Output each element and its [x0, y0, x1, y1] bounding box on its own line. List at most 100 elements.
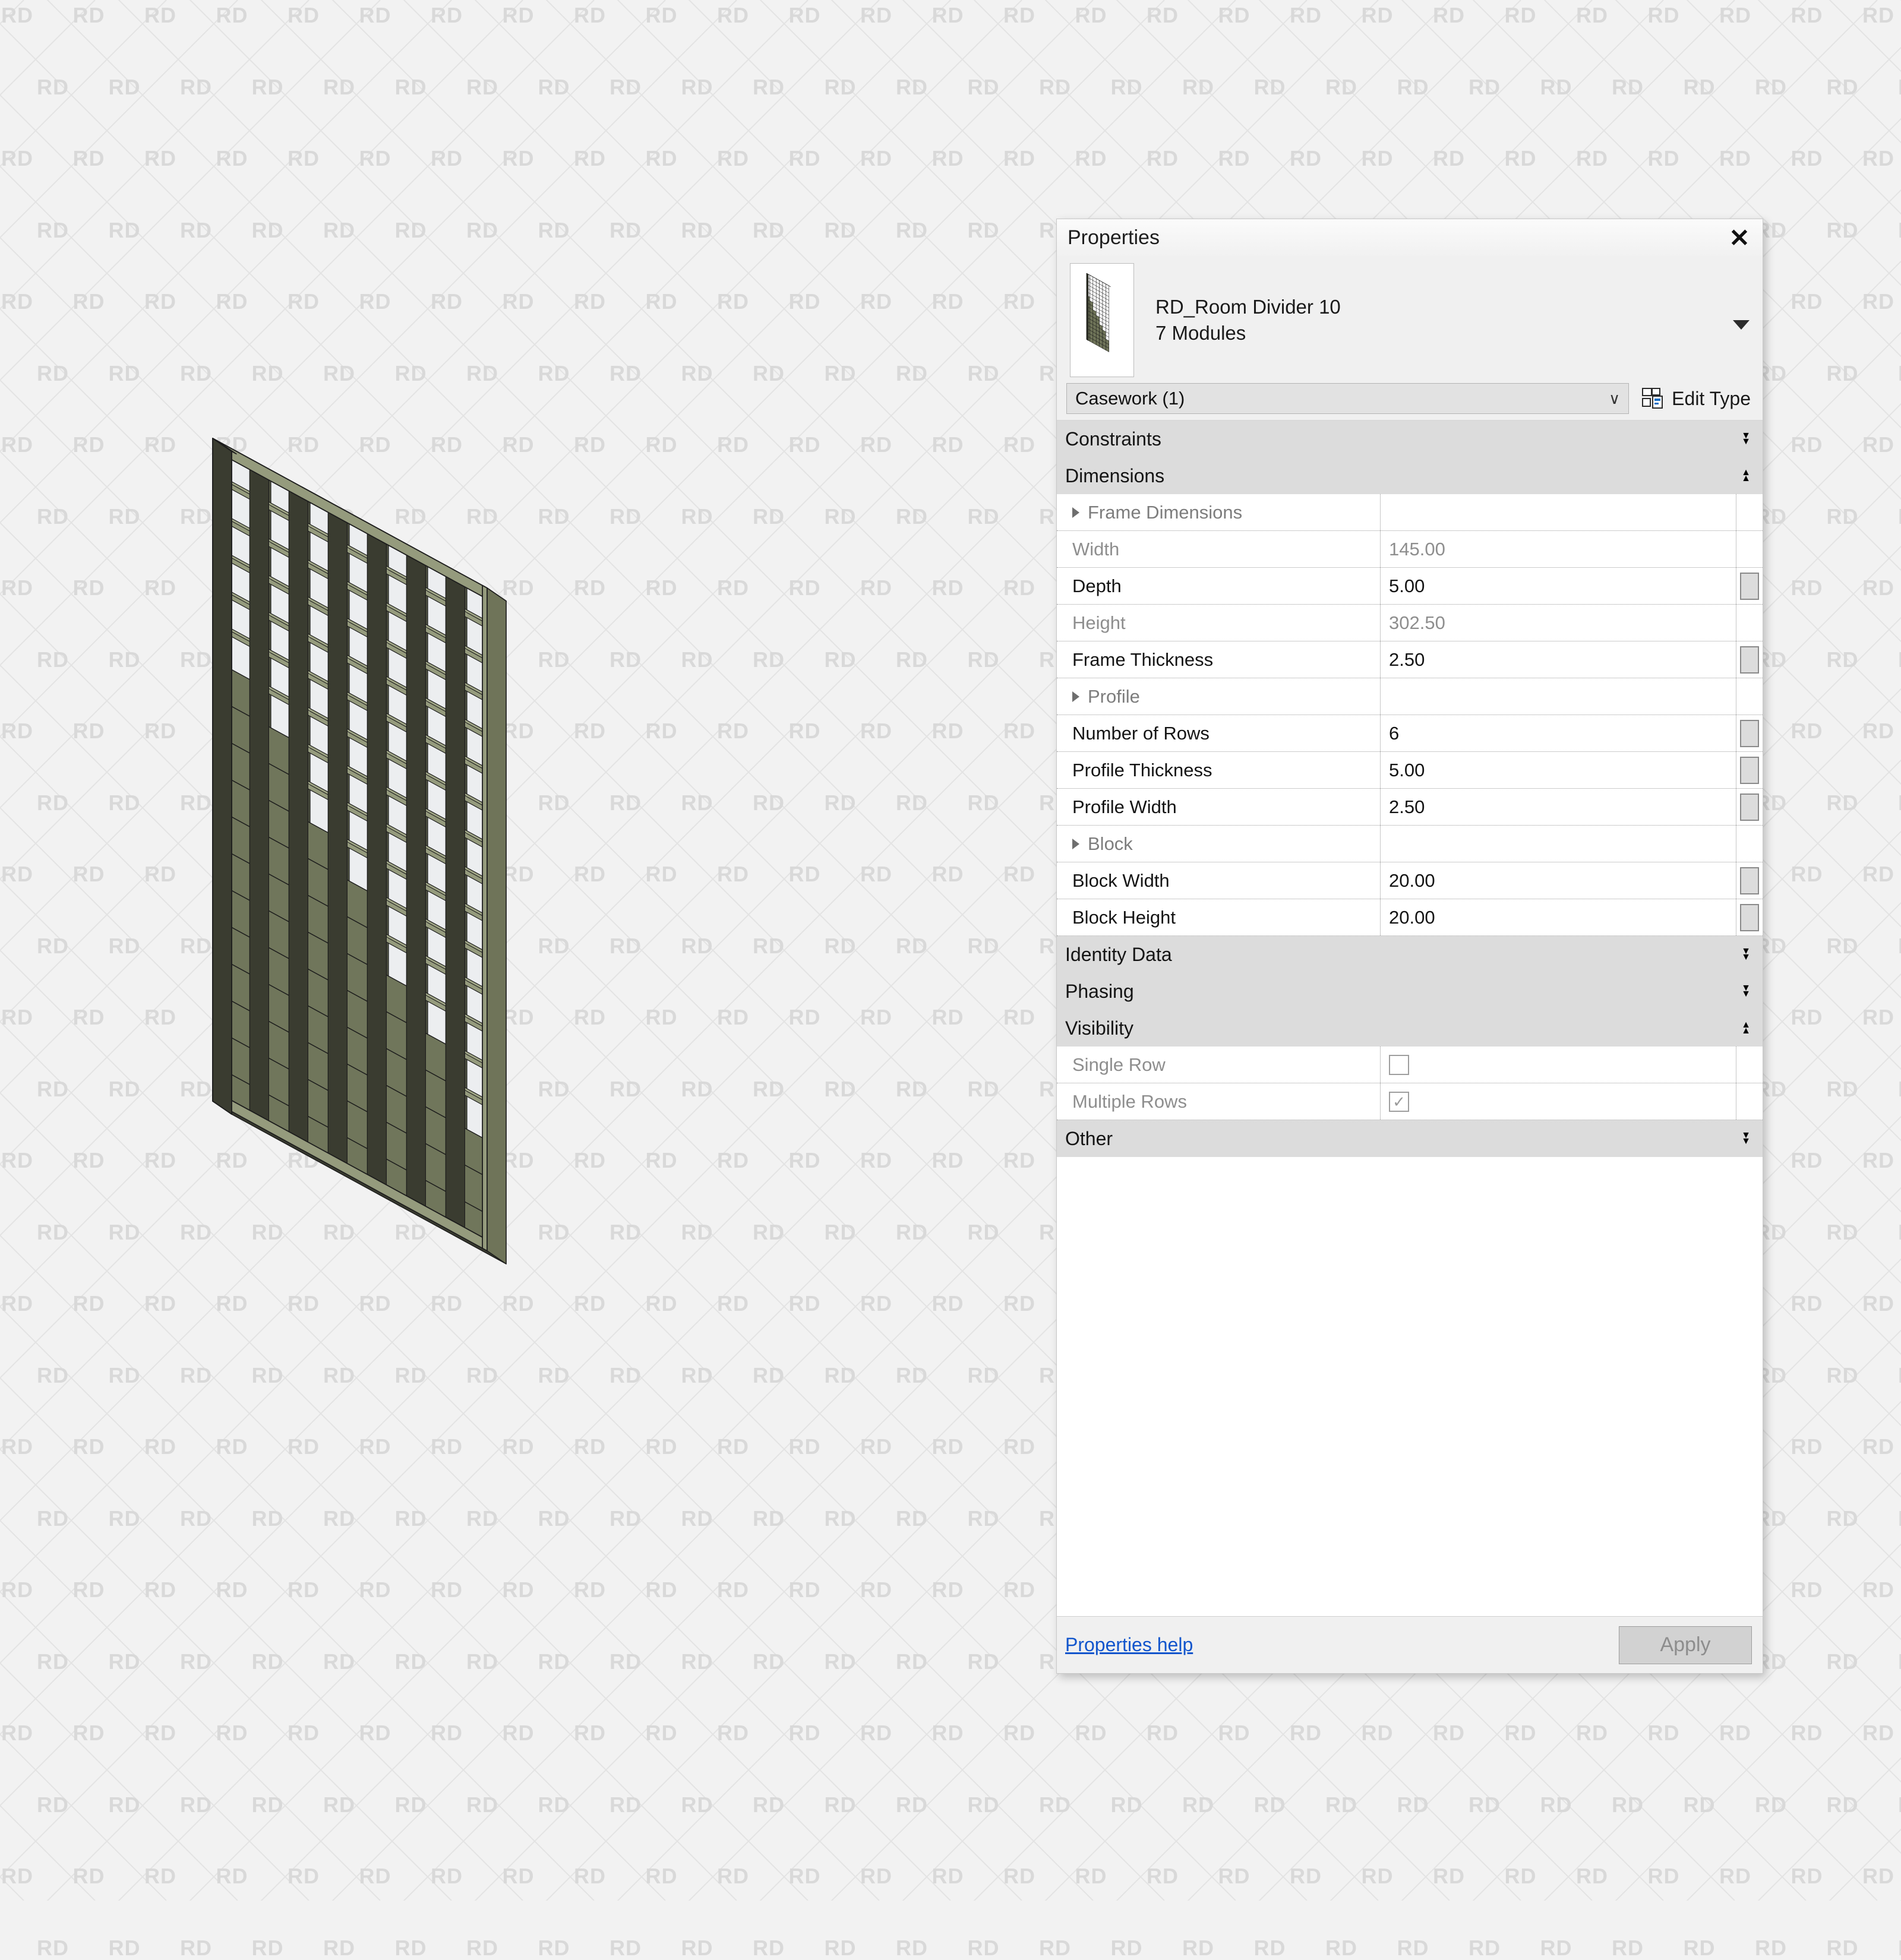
value-edit-button[interactable] [1740, 904, 1759, 931]
property-row[interactable]: Profile Thickness5.00 [1057, 752, 1763, 789]
section-label: Phasing [1065, 981, 1134, 1003]
family-selector-row: Casework (1) ∨ Edit Type [1057, 383, 1763, 420]
triangle-right-icon[interactable] [1072, 691, 1079, 702]
watermark-rd: RD [1540, 1794, 1572, 1816]
watermark-rd: RD [1755, 1794, 1787, 1816]
property-label: Profile Thickness [1057, 752, 1381, 788]
section-header-other[interactable]: Other▼▼ [1057, 1120, 1763, 1157]
checkbox-checked[interactable]: ✓ [1389, 1092, 1409, 1112]
watermark-rd: RD [1576, 1722, 1608, 1744]
visibility-value: ✓ [1381, 1083, 1736, 1120]
chevron-double-down-icon: ▼▼ [1741, 985, 1751, 997]
property-row-tail [1736, 531, 1763, 567]
property-row[interactable]: Block Width20.00 [1057, 862, 1763, 899]
watermark-rd: RD [1111, 1937, 1143, 1959]
triangle-right-icon[interactable] [1072, 839, 1079, 849]
type-name-block: RD_Room Divider 10 7 Modules [1155, 296, 1341, 344]
section-header-constraints[interactable]: Constraints▼▼ [1057, 421, 1763, 457]
triangle-right-icon[interactable] [1072, 507, 1079, 518]
property-row-tail [1736, 752, 1763, 788]
watermark-rd: RD [1755, 77, 1787, 98]
value-edit-button[interactable] [1740, 757, 1759, 784]
watermark-rd: RD [1898, 77, 1901, 98]
watermark-rd: RD [1827, 792, 1859, 814]
watermark-rd: RD [1325, 1794, 1357, 1816]
section-label: Visibility [1065, 1017, 1133, 1039]
edit-type-button[interactable]: Edit Type [1638, 386, 1754, 411]
watermark-rd: RD [1039, 1937, 1071, 1959]
properties-list: Constraints▼▼Dimensions▲▲Frame Dimension… [1057, 420, 1763, 1616]
watermark-rd: RD [1791, 1579, 1823, 1601]
section-header-visibility[interactable]: Visibility▲▲ [1057, 1010, 1763, 1047]
property-value[interactable]: 5.00 [1381, 568, 1736, 604]
chevron-down-icon[interactable] [1733, 320, 1750, 330]
property-value [1381, 494, 1736, 530]
page-title: Properties [1068, 226, 1160, 249]
watermark-rd: RD [1791, 864, 1823, 885]
property-value[interactable]: 6 [1381, 715, 1736, 751]
property-label: Frame Thickness [1057, 641, 1381, 678]
watermark-rd: RD [1827, 935, 1859, 957]
property-row[interactable]: Number of Rows6 [1057, 715, 1763, 752]
property-row[interactable]: Block Height20.00 [1057, 899, 1763, 936]
watermark-rd: RD [538, 1937, 570, 1959]
visibility-row-tail [1736, 1083, 1763, 1120]
property-value[interactable]: 20.00 [1381, 899, 1736, 935]
type-thumbnail-graphic [1071, 264, 1133, 377]
watermark-rd: RD [1218, 1722, 1251, 1744]
value-edit-button[interactable] [1740, 646, 1759, 674]
watermark-rd: RD [37, 1937, 69, 1959]
watermark-rd: RD [1290, 148, 1322, 169]
watermark-rd: RD [1755, 1937, 1787, 1959]
value-edit-button[interactable] [1740, 720, 1759, 747]
watermark-rd: RD [1791, 148, 1823, 169]
property-row: Frame Dimensions [1057, 494, 1763, 531]
property-row-tail [1736, 641, 1763, 678]
property-label: Depth [1057, 568, 1381, 604]
watermark-rd: RD [1827, 77, 1859, 98]
watermark-rd: RD [1898, 1651, 1901, 1673]
property-row: Width145.00 [1057, 531, 1763, 568]
property-value[interactable]: 20.00 [1381, 862, 1736, 899]
watermark-rd: RD [1827, 1794, 1859, 1816]
value-edit-button[interactable] [1740, 573, 1759, 600]
property-row[interactable]: Profile Width2.50 [1057, 789, 1763, 826]
watermark-rd: RD [1719, 1722, 1751, 1744]
value-edit-button[interactable] [1740, 867, 1759, 894]
watermark-rd: RD [1898, 792, 1901, 814]
property-value[interactable]: 2.50 [1381, 789, 1736, 825]
watermark-rd: RD [1862, 1293, 1894, 1314]
section-header-identity[interactable]: Identity Data▼▼ [1057, 936, 1763, 973]
watermark-rd: RD [1862, 720, 1894, 742]
section-header-phasing[interactable]: Phasing ▼▼ [1057, 973, 1763, 1010]
property-value [1381, 826, 1736, 862]
value-edit-button[interactable] [1740, 794, 1759, 821]
watermark-rd: RD [1433, 1866, 1465, 1887]
watermark-rd: RD [1827, 649, 1859, 671]
family-select[interactable]: Casework (1) ∨ [1066, 383, 1629, 414]
property-row[interactable]: Frame Thickness2.50 [1057, 641, 1763, 678]
watermark-rd: RD [1898, 220, 1901, 241]
watermark-rd: RD [1791, 291, 1823, 312]
close-icon[interactable]: ✕ [1722, 222, 1757, 253]
checkbox-unchecked[interactable] [1389, 1055, 1409, 1075]
property-value[interactable]: 2.50 [1381, 641, 1736, 678]
property-value[interactable]: 5.00 [1381, 752, 1736, 788]
watermark-rd: RD [1182, 1794, 1214, 1816]
watermark-rd: RD [1898, 1079, 1901, 1100]
watermark-rd: RD [1862, 148, 1894, 169]
watermark-rd: RD [1827, 363, 1859, 384]
section-header-dimensions[interactable]: Dimensions▲▲ [1057, 457, 1763, 494]
property-value [1381, 678, 1736, 715]
watermark-rd: RD [1791, 1722, 1823, 1744]
watermark-rd: RD [1862, 1866, 1894, 1887]
watermark-rd: RD [1218, 148, 1251, 169]
property-row[interactable]: Depth5.00 [1057, 568, 1763, 605]
visibility-row[interactable]: Single Row [1057, 1047, 1763, 1083]
watermark-rd: RD [1827, 1365, 1859, 1386]
properties-help-link[interactable]: Properties help [1065, 1634, 1193, 1656]
visibility-row[interactable]: Multiple Rows✓ [1057, 1083, 1763, 1120]
watermark-rd: RD [1469, 77, 1501, 98]
apply-button[interactable]: Apply [1619, 1626, 1752, 1664]
watermark-rd: RD [1325, 77, 1357, 98]
